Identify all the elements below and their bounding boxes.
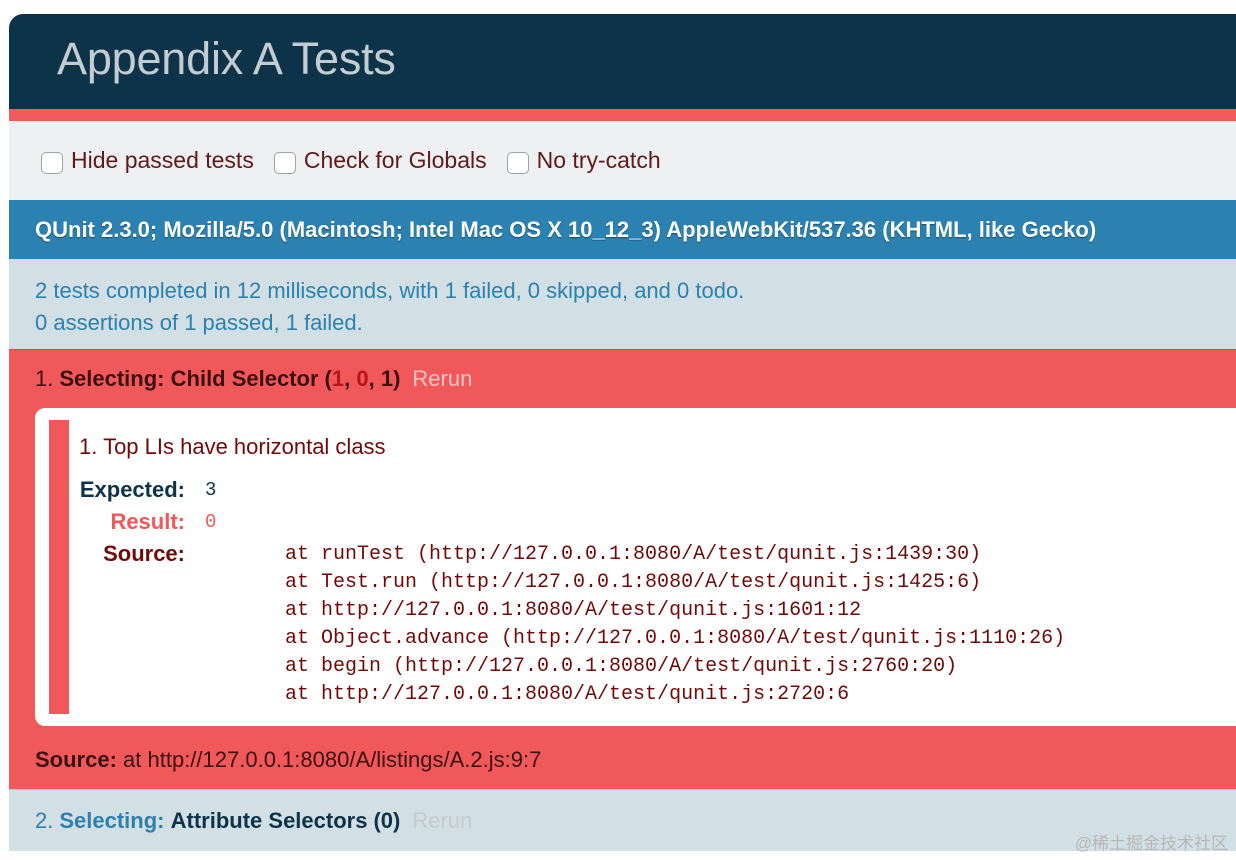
result-value: 0 — [205, 511, 217, 533]
passed-count: 0 — [356, 366, 369, 391]
watermark: @稀土掘金技术社区 — [1074, 834, 1228, 853]
counts-open: ( — [324, 366, 332, 391]
test-source: Source: at http://127.0.0.1:8080/A/listi… — [35, 747, 541, 773]
test-module: Selecting: — [59, 366, 165, 391]
counts-sep: , — [368, 366, 381, 391]
stack-line: at Test.run (http://127.0.0.1:8080/A/tes… — [285, 571, 982, 594]
assert-list: 1. Top LIs have horizontal class Expecte… — [35, 408, 1236, 726]
check-globals-checkbox[interactable] — [273, 151, 296, 174]
result-row: Result: 0 — [79, 506, 1236, 538]
counts-close: ) — [393, 366, 401, 391]
page-title: Appendix A Tests — [57, 32, 396, 84]
stack-line: at http://127.0.0.1:8080/A/test/qunit.js… — [285, 683, 850, 706]
qunit-page: Appendix A Tests Hide passed tests Check… — [9, 14, 1236, 860]
test-item-pending[interactable]: 2. Selecting: Attribute Selectors (0) Re… — [9, 789, 1236, 851]
test-title[interactable]: 1. Selecting: Child Selector (1, 0, 1) R… — [35, 350, 1236, 408]
no-try-catch-label: No try-catch — [536, 147, 661, 173]
qunit-header: Appendix A Tests — [9, 14, 1236, 121]
test-name: Attribute Selectors — [170, 807, 368, 833]
stack-line: at begin (http://127.0.0.1:8080/A/test/q… — [285, 655, 958, 678]
source-row: Source: at runTest (http://127.0.0.1:808… — [79, 538, 1236, 709]
qunit-toolbar: Hide passed tests Check for Globals No t… — [9, 121, 1236, 200]
check-globals-label: Check for Globals — [303, 147, 487, 173]
hide-passed-checkbox[interactable] — [41, 151, 63, 174]
test-number: 1. — [35, 366, 54, 391]
hide-passed-label: Hide passed tests — [71, 147, 254, 173]
expected-row: Expected: 3 — [79, 474, 1236, 506]
rerun-link[interactable]: Rerun — [412, 808, 472, 834]
test-summary: 2 tests completed in 12 milliseconds, wi… — [9, 259, 1236, 349]
check-globals-option[interactable]: Check for Globals — [273, 147, 487, 174]
test-counts: (0) — [373, 807, 401, 833]
no-try-catch-option[interactable]: No try-catch — [506, 147, 661, 174]
expected-label: Expected: — [79, 477, 185, 502]
source-label: Source: — [103, 541, 185, 566]
test-counts: (1, 0, 1) — [325, 366, 401, 392]
hide-passed-option[interactable]: Hide passed tests — [41, 147, 254, 174]
stack-line: at Object.advance (http://127.0.0.1:8080… — [285, 627, 1066, 650]
total-count: 1 — [380, 366, 394, 391]
stack-trace: at runTest (http://127.0.0.1:8080/A/test… — [205, 541, 1065, 709]
test-item-failed[interactable]: 1. Selecting: Child Selector (1, 0, 1) R… — [9, 349, 1236, 789]
test-name: Child Selector — [170, 366, 319, 391]
rerun-link[interactable]: Rerun — [412, 366, 472, 392]
failed-count: 1 — [331, 366, 345, 391]
assertion-failed: 1. Top LIs have horizontal class Expecte… — [49, 420, 1236, 714]
test-source-location: at http://127.0.0.1:8080/A/listings/A.2.… — [116, 747, 542, 772]
no-try-catch-checkbox[interactable] — [506, 151, 529, 174]
assertion-message: 1. Top LIs have horizontal class — [79, 434, 386, 459]
stack-line: at runTest (http://127.0.0.1:8080/A/test… — [285, 543, 982, 566]
expected-value: 3 — [205, 479, 217, 501]
stack-line: at http://127.0.0.1:8080/A/test/qunit.js… — [285, 599, 862, 622]
result-label: Result: — [110, 509, 185, 534]
test-module: Selecting: — [59, 807, 165, 833]
test-source-label: Source: — [35, 747, 117, 772]
test-number: 2. — [35, 807, 54, 833]
summary-line-tests: 2 tests completed in 12 milliseconds, wi… — [35, 278, 745, 303]
counts-sep: , — [344, 366, 357, 391]
summary-line-assertions: 0 assertions of 1 passed, 1 failed. — [35, 310, 363, 335]
user-agent-banner: QUnit 2.3.0; Mozilla/5.0 (Macintosh; Int… — [9, 200, 1236, 259]
